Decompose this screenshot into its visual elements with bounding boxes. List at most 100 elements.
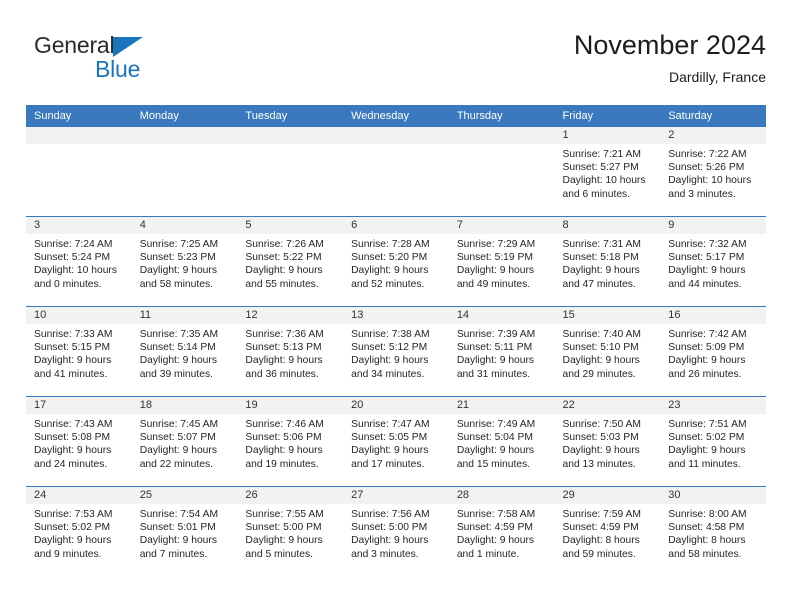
- calendar-day-cell[interactable]: 2 Sunrise: 7:22 AM Sunset: 5:26 PM Daylight…: [660, 127, 766, 217]
- day-detail-line: Sunrise: 7:29 AM: [456, 239, 536, 250]
- day-details: Sunrise: 7:33 AM Sunset: 5:15 PM Daylight:…: [26, 324, 132, 381]
- day-detail-line: Sunset: 5:09 PM: [668, 342, 745, 354]
- day-number: 23: [660, 397, 766, 414]
- calendar-day-cell[interactable]: 17 Sunrise: 7:43 AM Sunset: 5:08 PM Dayligh…: [26, 396, 132, 487]
- calendar-day-cell[interactable]: 19 Sunrise: 7:46 AM Sunset: 5:06 PM Dayligh…: [237, 396, 344, 487]
- day-detail-line: Daylight: 9 hours: [562, 445, 640, 457]
- day-details: Sunrise: 7:49 AM Sunset: 5:04 PM Daylight:…: [449, 414, 555, 471]
- day-detail-line: Sunrise: 7:49 AM: [456, 419, 536, 430]
- day-detail-line: Sunrise: 7:35 AM: [139, 329, 219, 340]
- calendar-day-cell[interactable]: 13 Sunrise: 7:38 AM Sunset: 5:12 PM Dayligh…: [343, 306, 449, 397]
- day-details: Sunrise: 7:36 AM Sunset: 5:13 PM Daylight:…: [237, 324, 343, 381]
- calendar-cell-empty: [448, 127, 555, 217]
- day-detail-line: Daylight: 10 hours: [34, 265, 117, 277]
- calendar-day-cell[interactable]: 12 Sunrise: 7:36 AM Sunset: 5:13 PM Dayligh…: [237, 306, 344, 397]
- day-detail-line: Sunset: 4:59 PM: [456, 522, 533, 534]
- day-detail-line: Sunrise: 7:42 AM: [668, 329, 747, 340]
- day-number: 1: [554, 127, 661, 144]
- calendar-day-cell[interactable]: 3 Sunrise: 7:24 AM Sunset: 5:24 PM Daylight…: [26, 216, 132, 307]
- day-detail-line: and 36 minutes.: [245, 368, 319, 380]
- day-detail-line: Sunrise: 7:26 AM: [245, 239, 324, 250]
- calendar-day-cell[interactable]: 15 Sunrise: 7:40 AM Sunset: 5:10 PM Dayligh…: [554, 306, 661, 397]
- day-detail-line: Sunrise: 7:31 AM: [562, 239, 641, 250]
- day-detail-line: and 17 minutes.: [351, 458, 425, 470]
- day-details: [26, 144, 132, 148]
- day-detail-line: Sunrise: 7:28 AM: [351, 239, 430, 250]
- day-detail-line: Daylight: 9 hours: [668, 445, 746, 457]
- calendar-table: Sunday Monday Tuesday Wednesday Thursday Frid…: [26, 105, 766, 576]
- day-detail-line: Sunrise: 8:00 AM: [668, 509, 747, 520]
- day-detail-line: and 9 minutes.: [34, 548, 102, 560]
- calendar-day-cell[interactable]: 26 Sunrise: 7:55 AM Sunset: 5:00 PM Dayligh…: [237, 486, 344, 576]
- calendar-day-cell[interactable]: 22 Sunrise: 7:50 AM Sunset: 5:03 PM Dayligh…: [554, 396, 661, 487]
- day-detail-line: Sunrise: 7:36 AM: [245, 329, 324, 340]
- calendar-day-cell[interactable]: 24 Sunrise: 7:53 AM Sunset: 5:02 PM Dayligh…: [26, 486, 132, 576]
- calendar-day-cell[interactable]: 9 Sunrise: 7:32 AM Sunset: 5:17 PM Daylight…: [660, 216, 766, 307]
- day-detail-line: Sunrise: 7:24 AM: [34, 239, 113, 250]
- day-number: 11: [131, 307, 238, 324]
- day-detail-line: Sunset: 5:06 PM: [245, 432, 322, 444]
- general-blue-logo[interactable]: General Blue: [34, 32, 224, 88]
- day-number: 4: [131, 217, 238, 234]
- day-detail-line: Daylight: 9 hours: [245, 265, 323, 277]
- title-block: November 2024 Dardilly, France: [574, 28, 766, 87]
- calendar-day-cell[interactable]: 30 Sunrise: 8:00 AM Sunset: 4:58 PM Dayligh…: [660, 486, 766, 576]
- day-details: Sunrise: 7:43 AM Sunset: 5:08 PM Daylight:…: [26, 414, 132, 471]
- day-number: 14: [448, 307, 555, 324]
- calendar-day-cell[interactable]: 6 Sunrise: 7:28 AM Sunset: 5:20 PM Daylight…: [343, 216, 449, 307]
- day-detail-line: Daylight: 9 hours: [245, 535, 323, 547]
- day-number: 6: [343, 217, 449, 234]
- day-detail-line: Daylight: 9 hours: [351, 265, 429, 277]
- calendar-day-cell[interactable]: 8 Sunrise: 7:31 AM Sunset: 5:18 PM Daylight…: [554, 216, 661, 307]
- calendar-day-cell[interactable]: 23 Sunrise: 7:51 AM Sunset: 5:02 PM Dayligh…: [660, 396, 766, 487]
- day-detail-line: and 55 minutes.: [245, 278, 319, 290]
- day-detail-line: and 34 minutes.: [351, 368, 425, 380]
- day-details: Sunrise: 7:55 AM Sunset: 5:00 PM Daylight:…: [237, 504, 343, 561]
- day-number: 2: [660, 127, 766, 144]
- day-detail-line: Sunset: 5:05 PM: [351, 432, 428, 444]
- day-details: Sunrise: 7:58 AM Sunset: 4:59 PM Daylight:…: [449, 504, 555, 561]
- day-details: [449, 144, 555, 148]
- calendar-body: 1 Sunrise: 7:21 AM Sunset: 5:27 PM Daylight…: [26, 127, 766, 576]
- day-detail-line: Sunset: 5:04 PM: [456, 432, 533, 444]
- calendar-day-cell[interactable]: 18 Sunrise: 7:45 AM Sunset: 5:07 PM Dayligh…: [131, 396, 238, 487]
- calendar-day-cell[interactable]: 14 Sunrise: 7:39 AM Sunset: 5:11 PM Dayligh…: [448, 306, 555, 397]
- day-detail-line: Sunrise: 7:33 AM: [34, 329, 113, 340]
- day-detail-line: and 11 minutes.: [668, 458, 741, 470]
- day-detail-line: Sunrise: 7:22 AM: [668, 149, 747, 160]
- calendar-day-cell[interactable]: 5 Sunrise: 7:26 AM Sunset: 5:22 PM Daylight…: [237, 216, 344, 307]
- calendar-day-cell[interactable]: 25 Sunrise: 7:54 AM Sunset: 5:01 PM Dayligh…: [131, 486, 238, 576]
- day-detail-line: Sunset: 5:07 PM: [139, 432, 216, 444]
- day-detail-line: and 41 minutes.: [34, 368, 108, 380]
- day-detail-line: Daylight: 9 hours: [139, 535, 217, 547]
- day-number: 8: [554, 217, 661, 234]
- day-details: Sunrise: 7:28 AM Sunset: 5:20 PM Daylight:…: [343, 234, 449, 291]
- day-detail-line: Sunset: 5:24 PM: [34, 252, 111, 264]
- calendar-day-cell[interactable]: 10 Sunrise: 7:33 AM Sunset: 5:15 PM Dayligh…: [26, 306, 132, 397]
- day-number: [448, 127, 555, 144]
- day-detail-line: Sunrise: 7:46 AM: [245, 419, 324, 430]
- day-detail-line: and 49 minutes.: [456, 278, 531, 290]
- calendar-day-cell[interactable]: 1 Sunrise: 7:21 AM Sunset: 5:27 PM Daylight…: [554, 127, 661, 217]
- day-number: 21: [448, 397, 555, 414]
- calendar-day-cell[interactable]: 16 Sunrise: 7:42 AM Sunset: 5:09 PM Dayligh…: [660, 306, 766, 397]
- day-details: Sunrise: 7:40 AM Sunset: 5:10 PM Daylight:…: [555, 324, 661, 381]
- day-details: Sunrise: 7:38 AM Sunset: 5:12 PM Daylight:…: [343, 324, 449, 381]
- day-detail-line: Sunrise: 7:25 AM: [139, 239, 219, 250]
- calendar-page: General Blue November 2024 Dardilly, Fra…: [0, 0, 792, 612]
- calendar-day-cell[interactable]: 29 Sunrise: 7:59 AM Sunset: 4:59 PM Dayligh…: [554, 486, 661, 576]
- day-detail-line: Sunset: 5:14 PM: [139, 342, 216, 354]
- calendar-day-cell[interactable]: 20 Sunrise: 7:47 AM Sunset: 5:05 PM Dayligh…: [343, 396, 449, 487]
- day-detail-line: and 58 minutes.: [668, 548, 742, 560]
- day-details: Sunrise: 7:46 AM Sunset: 5:06 PM Daylight:…: [237, 414, 343, 471]
- calendar-day-cell[interactable]: 7 Sunrise: 7:29 AM Sunset: 5:19 PM Daylight…: [448, 216, 555, 307]
- day-detail-line: and 24 minutes.: [34, 458, 108, 470]
- calendar-day-cell[interactable]: 21 Sunrise: 7:49 AM Sunset: 5:04 PM Dayligh…: [448, 396, 555, 487]
- day-detail-line: and 39 minutes.: [139, 368, 213, 380]
- calendar-day-cell[interactable]: 4 Sunrise: 7:25 AM Sunset: 5:23 PM Daylight…: [131, 216, 238, 307]
- calendar-day-cell[interactable]: 11 Sunrise: 7:35 AM Sunset: 5:14 PM Dayligh…: [131, 306, 238, 397]
- calendar-day-cell[interactable]: 28 Sunrise: 7:58 AM Sunset: 4:59 PM Dayligh…: [448, 486, 555, 576]
- calendar-day-cell[interactable]: 27 Sunrise: 7:56 AM Sunset: 5:00 PM Dayligh…: [343, 486, 449, 576]
- weekday-header-thursday: Thursday: [448, 105, 555, 127]
- day-detail-line: Daylight: 9 hours: [351, 445, 429, 457]
